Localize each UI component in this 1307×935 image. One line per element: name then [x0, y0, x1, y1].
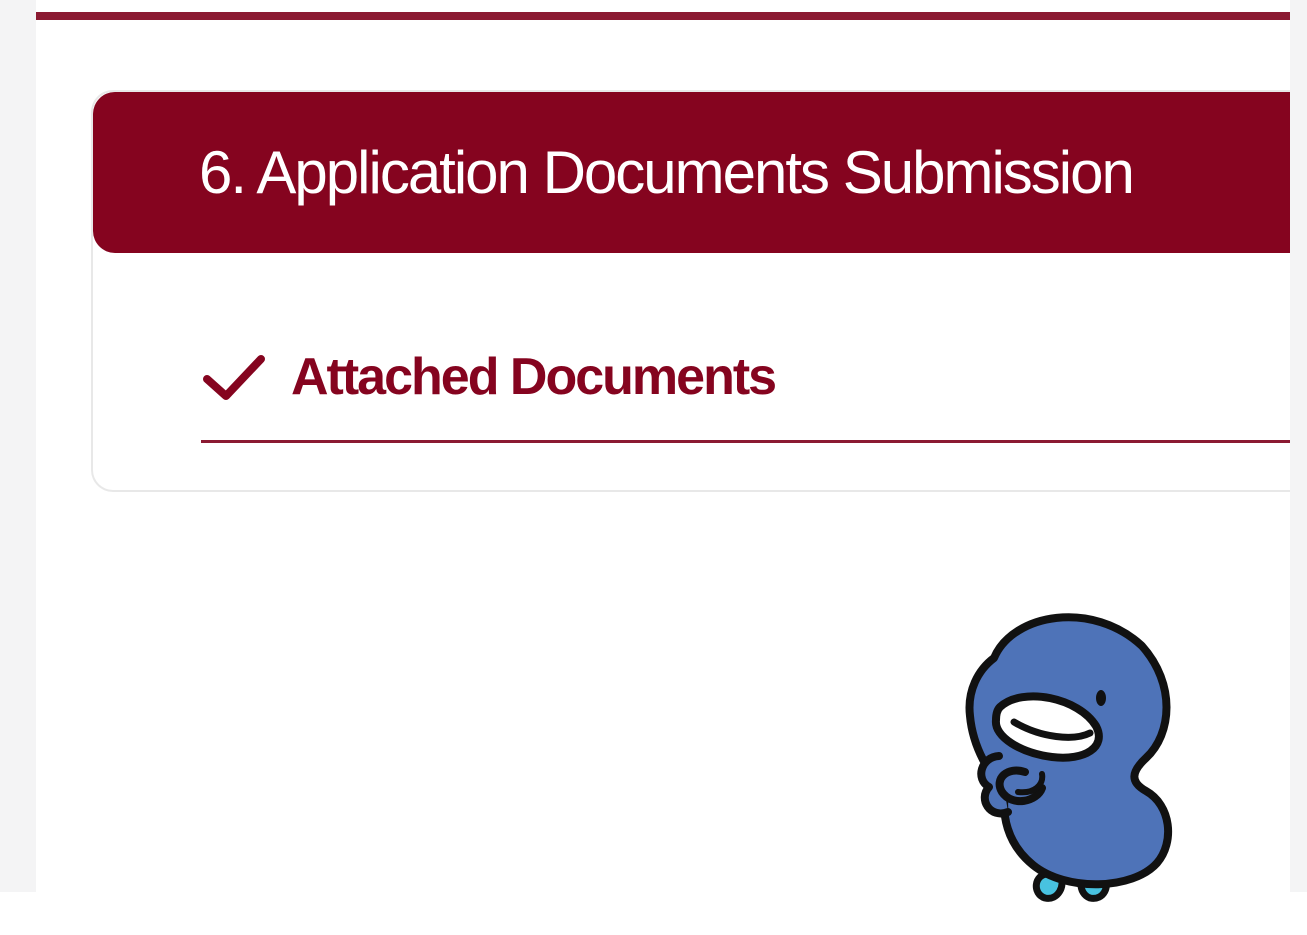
attached-documents-divider — [201, 440, 1290, 443]
section-header: 6. Application Documents Submission — [93, 92, 1290, 253]
application-documents-section: 6. Application Documents Submission Atta… — [91, 90, 1290, 492]
right-gutter — [1290, 0, 1307, 892]
attached-documents-heading: Attached Documents — [201, 342, 777, 412]
top-divider — [36, 12, 1290, 20]
attached-documents-title: Attached Documents — [291, 348, 777, 406]
blue-bird-mascot — [965, 613, 1173, 902]
check-icon — [203, 355, 265, 400]
section-title: 6. Application Documents Submission — [199, 139, 1135, 206]
